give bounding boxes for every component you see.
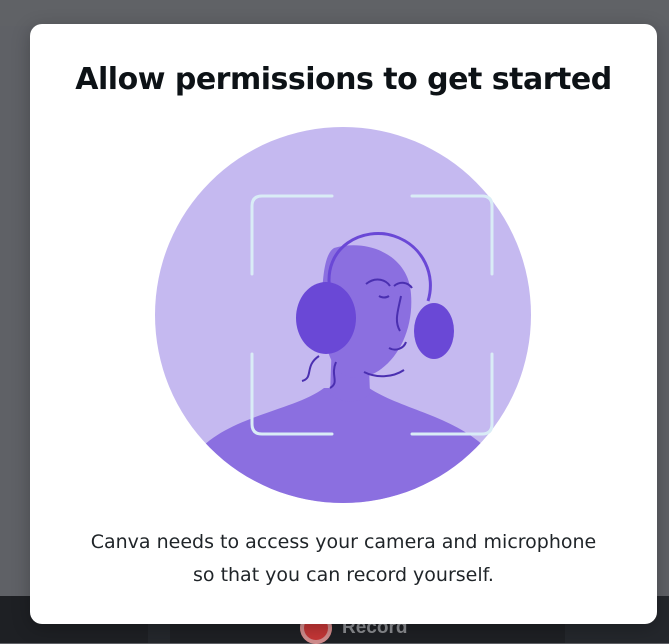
backdrop	[0, 0, 669, 26]
permissions-modal: Allow permissions to get started Canva n…	[30, 24, 657, 624]
permission-illustration	[154, 126, 532, 504]
person-headphones-icon	[155, 127, 531, 503]
modal-title: Allow permissions to get started	[75, 62, 612, 97]
description-line: so that you can record yourself.	[193, 564, 494, 586]
description-line: Canva needs to access your camera and mi…	[90, 531, 597, 553]
modal-description: Canva needs to access your camera and mi…	[60, 526, 627, 592]
